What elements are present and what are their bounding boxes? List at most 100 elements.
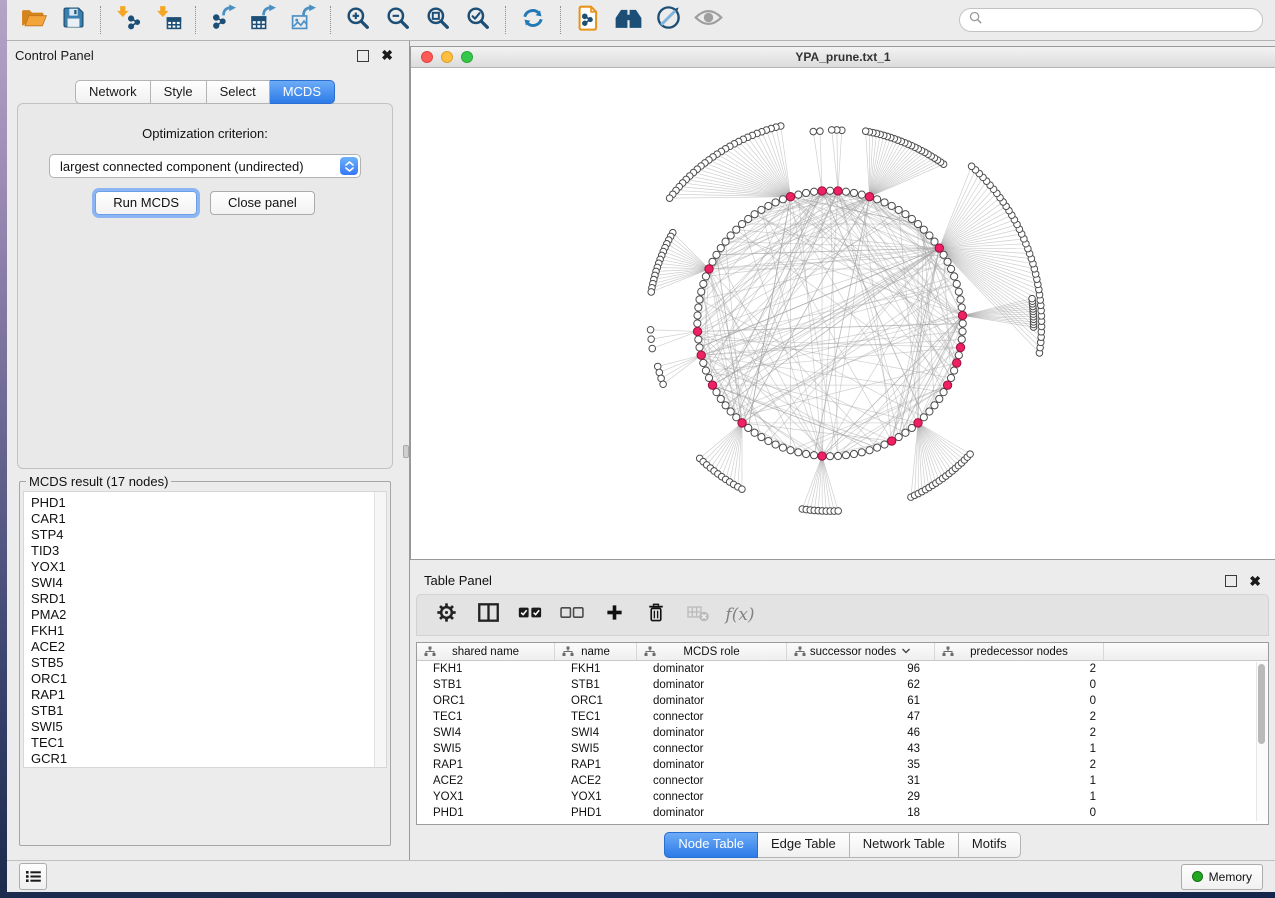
close-panel-icon[interactable]: ✖	[381, 49, 393, 61]
import-network-button[interactable]	[108, 4, 148, 36]
columns-icon	[478, 603, 499, 627]
table-row[interactable]: PHD1PHD1dominator180	[417, 805, 1268, 821]
mcds-result-item[interactable]: RAP1	[31, 687, 386, 703]
search-box[interactable]	[959, 8, 1263, 32]
table-cell: dominator	[637, 757, 787, 773]
task-history-button[interactable]	[19, 863, 47, 890]
mcds-result-item[interactable]: STP4	[31, 527, 386, 543]
select-all-button[interactable]	[511, 599, 549, 631]
mcds-result-item[interactable]: STB1	[31, 703, 386, 719]
apply-layout-button[interactable]	[513, 4, 553, 36]
zoom-out-button[interactable]	[378, 4, 418, 36]
panel-splitter[interactable]	[403, 41, 410, 860]
table-tab-network-table[interactable]: Network Table	[850, 832, 959, 858]
mcds-result-item[interactable]: GCR1	[31, 751, 386, 767]
table-scrollbar-thumb[interactable]	[1258, 664, 1265, 744]
close-table-panel-icon[interactable]: ✖	[1249, 575, 1261, 587]
control-panel-tabs: NetworkStyleSelectMCDS	[7, 80, 403, 104]
table-tab-edge-table[interactable]: Edge Table	[758, 832, 850, 858]
table-row[interactable]: SWI5SWI5connector431	[417, 741, 1268, 757]
network-canvas[interactable]	[411, 68, 1275, 559]
float-panel-icon[interactable]	[357, 50, 369, 62]
window-maximize-icon[interactable]	[461, 51, 473, 63]
splitter-handle[interactable]	[403, 445, 409, 458]
mcds-result-item[interactable]: FKH1	[31, 623, 386, 639]
column-label: predecessor nodes	[970, 646, 1068, 658]
table-cell: 1	[935, 773, 1104, 789]
delete-column-button[interactable]	[637, 599, 675, 631]
zoom-in-button[interactable]	[338, 4, 378, 36]
run-mcds-button[interactable]: Run MCDS	[95, 191, 197, 215]
column-header-filler	[1104, 643, 1268, 660]
float-table-panel-icon[interactable]	[1225, 575, 1237, 587]
export-image-button[interactable]	[283, 4, 323, 36]
share-network-button[interactable]	[568, 4, 608, 36]
vizmapper-button[interactable]	[648, 4, 688, 36]
export-network-icon	[210, 4, 237, 36]
check-all-icon	[518, 605, 543, 625]
table-cell: connector	[637, 709, 787, 725]
export-network-button[interactable]	[203, 4, 243, 36]
table-row[interactable]: YOX1YOX1connector291	[417, 789, 1268, 805]
add-column-button[interactable]	[595, 599, 633, 631]
close-panel-button[interactable]: Close panel	[210, 191, 315, 215]
gear-icon	[436, 602, 457, 628]
mcds-result-list[interactable]: PHD1CAR1STP4TID3YOX1SWI4SRD1PMA2FKH1ACE2…	[23, 491, 387, 768]
zoom-in-icon	[345, 5, 371, 36]
network-graph[interactable]	[411, 68, 1275, 559]
table-row[interactable]: STB1STB1dominator620	[417, 677, 1268, 693]
window-close-icon[interactable]	[421, 51, 433, 63]
table-row[interactable]: ORC1ORC1dominator610	[417, 693, 1268, 709]
mcds-result-item[interactable]: SWI5	[31, 719, 386, 735]
mcds-result-item[interactable]: TID3	[31, 543, 386, 559]
tab-network[interactable]: Network	[75, 80, 151, 104]
table-scrollbar[interactable]	[1256, 662, 1267, 821]
mcds-list-scrollbar[interactable]	[374, 492, 386, 767]
network-search-button[interactable]	[608, 4, 648, 36]
table-cell: 61	[787, 693, 935, 709]
toggle-panes-button[interactable]	[469, 599, 507, 631]
memory-button[interactable]: Memory	[1181, 864, 1263, 890]
column-header-shared-name[interactable]: shared name	[417, 643, 555, 660]
mcds-result-item[interactable]: ORC1	[31, 671, 386, 687]
table-tab-node-table[interactable]: Node Table	[664, 832, 758, 858]
mcds-result-item[interactable]: SRD1	[31, 591, 386, 607]
mcds-result-item[interactable]: YOX1	[31, 559, 386, 575]
table-cell: dominator	[637, 693, 787, 709]
table-row[interactable]: FKH1FKH1dominator962	[417, 661, 1268, 677]
column-settings-button[interactable]	[427, 599, 465, 631]
tab-style[interactable]: Style	[151, 80, 207, 104]
open-file-button[interactable]	[13, 4, 53, 36]
column-header-successor-nodes[interactable]: successor nodes	[787, 643, 935, 660]
table-row[interactable]: ACE2ACE2connector311	[417, 773, 1268, 789]
tab-mcds[interactable]: MCDS	[270, 80, 335, 104]
mcds-result-item[interactable]: SWI4	[31, 575, 386, 591]
import-table-button[interactable]	[148, 4, 188, 36]
table-row[interactable]: TEC1TEC1connector472	[417, 709, 1268, 725]
network-window-titlebar[interactable]: YPA_prune.txt_1	[411, 47, 1275, 68]
table-tab-motifs[interactable]: Motifs	[959, 832, 1021, 858]
mcds-result-item[interactable]: STB5	[31, 655, 386, 671]
mcds-result-item[interactable]: PMA2	[31, 607, 386, 623]
search-icon	[969, 11, 982, 29]
export-table-button[interactable]	[243, 4, 283, 36]
table-row[interactable]: RAP1RAP1dominator352	[417, 757, 1268, 773]
mcds-result-item[interactable]: TEC1	[31, 735, 386, 751]
zoom-fit-button[interactable]	[418, 4, 458, 36]
column-header-predecessor-nodes[interactable]: predecessor nodes	[935, 643, 1104, 660]
window-minimize-icon[interactable]	[441, 51, 453, 63]
tab-select[interactable]: Select	[207, 80, 270, 104]
mcds-result-item[interactable]: ACE2	[31, 639, 386, 655]
mcds-result-item[interactable]: PHD1	[31, 495, 386, 511]
save-session-button[interactable]	[53, 4, 93, 36]
deselect-all-button[interactable]	[553, 599, 591, 631]
table-row[interactable]: SWI4SWI4dominator462	[417, 725, 1268, 741]
table-cell: TEC1	[417, 709, 555, 725]
optimization-criterion-select[interactable]: largest connected component (undirected)	[49, 154, 361, 178]
column-header-name[interactable]: name	[555, 643, 637, 660]
column-header-MCDS-role[interactable]: MCDS role	[637, 643, 787, 660]
zoom-selected-button[interactable]	[458, 4, 498, 36]
mcds-result-item[interactable]: CAR1	[31, 511, 386, 527]
toolbar-separator	[330, 6, 331, 34]
search-input[interactable]	[987, 12, 1253, 28]
